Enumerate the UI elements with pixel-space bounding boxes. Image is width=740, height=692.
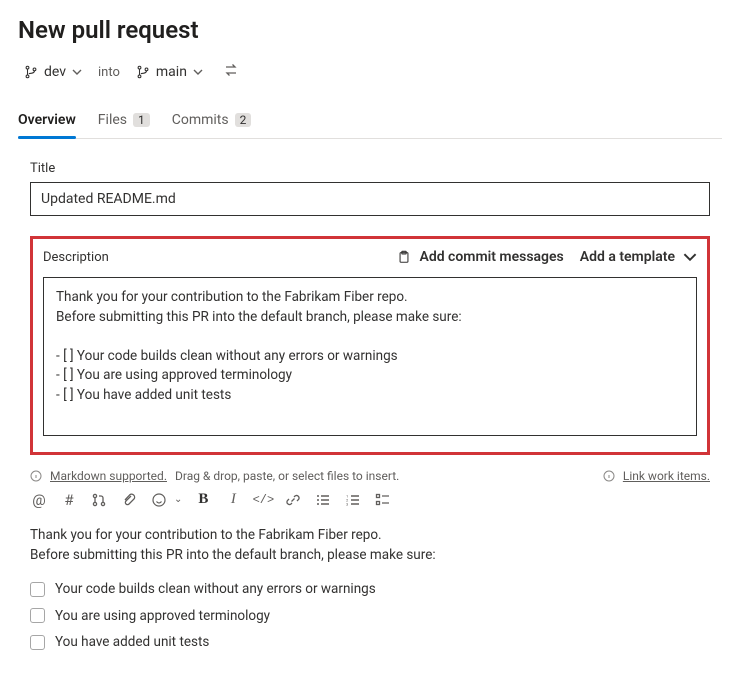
source-branch-name: dev: [44, 64, 66, 80]
emoji-button[interactable]: [150, 491, 168, 509]
mention-button[interactable]: @: [30, 491, 48, 509]
checklist-button[interactable]: [374, 491, 392, 509]
preview-line: Thank you for your contribution to the F…: [30, 527, 382, 543]
tab-commits[interactable]: Commits 2: [172, 106, 252, 138]
preview-check-item: You are using approved terminology: [30, 606, 710, 626]
description-textarea[interactable]: [43, 277, 697, 436]
bold-button[interactable]: B: [194, 491, 212, 509]
pr-icon: [91, 492, 107, 508]
chevron-down-icon: [193, 67, 203, 77]
pr-ref-button[interactable]: [90, 491, 108, 509]
title-input[interactable]: [30, 182, 710, 216]
branch-icon: [24, 65, 38, 79]
preview-line: Before submitting this PR into the defau…: [30, 547, 436, 563]
italic-button[interactable]: I: [224, 491, 242, 509]
numbered-list-button[interactable]: 123: [344, 491, 362, 509]
link-icon: [285, 492, 301, 508]
files-count-badge: 1: [133, 113, 150, 127]
description-highlight: Description Add commit messages Add a te…: [30, 236, 710, 455]
description-preview: Thank you for your contribution to the F…: [18, 519, 722, 678]
attach-button[interactable]: [120, 491, 138, 509]
preview-check-label: Your code builds clean without any error…: [55, 579, 376, 599]
title-label: Title: [30, 161, 710, 176]
code-button[interactable]: </>: [254, 491, 272, 509]
numbered-list-icon: 123: [345, 492, 361, 508]
button-label: Add commit messages: [419, 249, 563, 265]
description-label: Description: [43, 250, 381, 265]
page-title: New pull request: [18, 16, 722, 44]
into-label: into: [98, 65, 120, 80]
tab-label: Overview: [18, 112, 76, 128]
info-icon: [30, 470, 42, 482]
preview-check-label: You are using approved terminology: [55, 606, 270, 626]
branch-icon: [136, 65, 150, 79]
drop-hint: Drag & drop, paste, or select files to i…: [175, 469, 595, 483]
checkbox[interactable]: [30, 582, 45, 597]
tab-overview[interactable]: Overview: [18, 106, 76, 138]
button-label: Add a template: [580, 249, 675, 265]
tab-files[interactable]: Files 1: [98, 106, 150, 138]
link-work-items-link[interactable]: Link work items.: [623, 469, 710, 483]
bullet-list-icon: [315, 492, 331, 508]
target-branch-picker[interactable]: main: [130, 60, 209, 84]
checkbox[interactable]: [30, 635, 45, 650]
preview-check-item: Your code builds clean without any error…: [30, 579, 710, 599]
target-branch-name: main: [156, 64, 187, 80]
tab-label: Commits: [172, 112, 229, 128]
hash-button[interactable]: #: [60, 491, 78, 509]
link-button[interactable]: [284, 491, 302, 509]
smile-icon: [151, 492, 167, 508]
source-branch-picker[interactable]: dev: [18, 60, 88, 84]
swap-branches-button[interactable]: [219, 58, 243, 86]
branch-selector-row: dev into main: [18, 58, 722, 86]
chevron-down-icon: [72, 67, 82, 77]
add-commit-messages-button[interactable]: Add commit messages: [397, 249, 563, 265]
clipboard-icon: [397, 250, 411, 264]
tab-label: Files: [98, 112, 127, 128]
tabs: Overview Files 1 Commits 2: [18, 106, 722, 139]
add-template-button[interactable]: Add a template: [580, 249, 697, 265]
checklist-icon: [375, 492, 391, 508]
paperclip-icon: [121, 492, 137, 508]
chevron-down-icon[interactable]: ⌄: [174, 494, 182, 505]
preview-check-item: You have added unit tests: [30, 632, 710, 652]
swap-icon: [223, 62, 239, 78]
chevron-down-icon: [683, 250, 697, 264]
editor-hints: Markdown supported. Drag & drop, paste, …: [18, 465, 722, 485]
bullet-list-button[interactable]: [314, 491, 332, 509]
preview-check-label: You have added unit tests: [55, 632, 209, 652]
markdown-toolbar: @ # ⌄ B I </> 123: [18, 485, 722, 519]
svg-text:3: 3: [346, 501, 348, 506]
checkbox[interactable]: [30, 608, 45, 623]
info-icon: [603, 470, 615, 482]
markdown-supported-link[interactable]: Markdown supported.: [50, 469, 167, 483]
commits-count-badge: 2: [235, 113, 252, 127]
